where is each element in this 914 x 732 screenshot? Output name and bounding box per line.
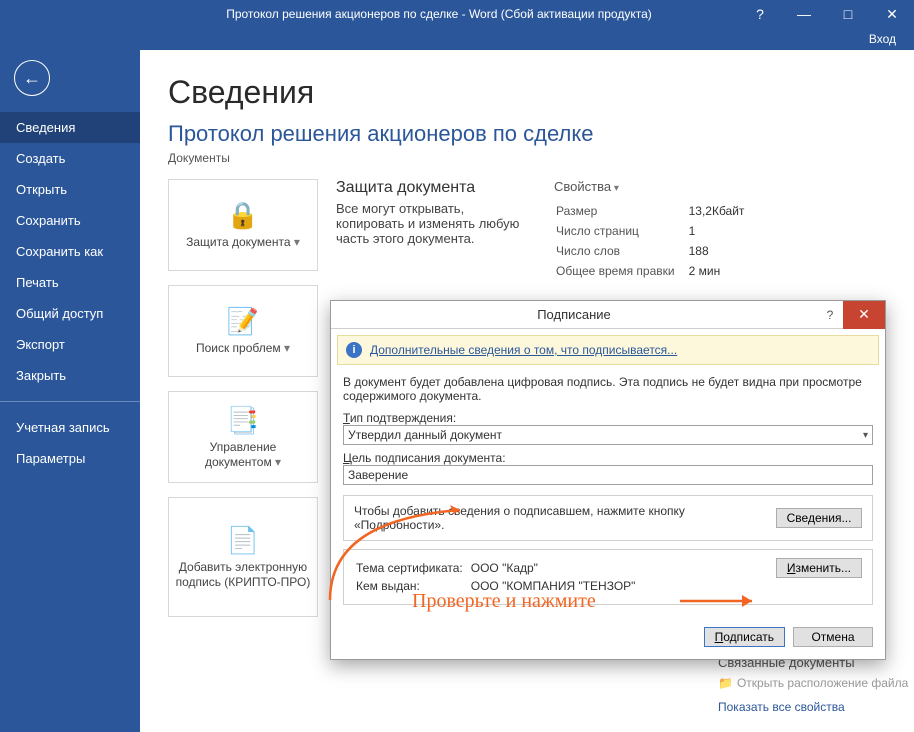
nav-new[interactable]: Создать — [0, 143, 140, 174]
properties-header[interactable]: Свойства — [554, 179, 758, 194]
show-all-properties[interactable]: Показать все свойства — [718, 700, 908, 714]
login-link[interactable]: Вход — [0, 28, 914, 50]
backstage-sidebar: ← Сведения Создать Открыть Сохранить Сох… — [0, 50, 140, 732]
signing-dialog: Подписание ? ✕ i Дополнительные сведения… — [330, 300, 886, 660]
add-crypto-pro-signature-card[interactable]: 📄 Добавить электронную подпись (КРИПТО-П… — [168, 497, 318, 617]
open-file-location: 📁 Открыть расположение файла — [718, 676, 908, 690]
protect-document-card[interactable]: 🔒 Защита документа — [168, 179, 318, 271]
info-icon: i — [346, 342, 362, 358]
nav-share[interactable]: Общий доступ — [0, 298, 140, 329]
nav-saveas[interactable]: Сохранить как — [0, 236, 140, 267]
signature-icon: 📄 — [227, 525, 259, 556]
page-title: Сведения — [168, 74, 914, 111]
nav-save[interactable]: Сохранить — [0, 205, 140, 236]
window-title: Протокол решения акционеров по сделке - … — [140, 7, 738, 21]
back-button[interactable]: ← — [14, 60, 50, 96]
commitment-type-label: Тип подтверждения: — [343, 411, 873, 425]
inspect-icon: 📝 — [227, 306, 259, 337]
sign-button[interactable]: Подписать — [704, 627, 785, 647]
help-icon[interactable]: ? — [738, 0, 782, 28]
document-name: Протокол решения акционеров по сделке — [168, 121, 914, 147]
folder-icon: 📁 — [718, 676, 733, 690]
lock-icon: 🔒 — [227, 200, 259, 231]
document-location: Документы — [168, 151, 914, 165]
certificate-info: Тема сертификата: ООО "Кадр" Кем выдан: … — [354, 558, 643, 596]
manage-document-card[interactable]: 📑 Управление документом — [168, 391, 318, 483]
titlebar: Протокол решения акционеров по сделке - … — [0, 0, 914, 28]
signing-purpose-label: Цель подписания документа: — [343, 451, 873, 465]
inspect-document-card[interactable]: 📝 Поиск проблем — [168, 285, 318, 377]
versions-icon: 📑 — [227, 405, 259, 436]
nav-close[interactable]: Закрыть — [0, 360, 140, 391]
change-certificate-button[interactable]: Изменить... — [776, 558, 862, 578]
nav-open[interactable]: Открыть — [0, 174, 140, 205]
nav-options[interactable]: Параметры — [0, 443, 140, 474]
restore-button[interactable]: □ — [826, 0, 870, 28]
details-button[interactable]: Сведения... — [776, 508, 862, 528]
nav-export[interactable]: Экспорт — [0, 329, 140, 360]
window-close-button[interactable]: ✕ — [870, 0, 914, 28]
cancel-button[interactable]: Отмена — [793, 627, 873, 647]
dialog-intro-text: В документ будет добавлена цифровая подп… — [343, 375, 873, 403]
dialog-close-button[interactable]: ✕ — [843, 301, 885, 329]
signer-details-hint: Чтобы добавить сведения о подписавшем, н… — [354, 504, 776, 532]
dialog-help-button[interactable]: ? — [817, 308, 843, 322]
dialog-title: Подписание — [331, 307, 817, 322]
signing-purpose-input[interactable]: Заверение — [343, 465, 873, 485]
chevron-down-icon: ▾ — [863, 430, 868, 441]
nav-print[interactable]: Печать — [0, 267, 140, 298]
commitment-type-select[interactable]: Утвердил данный документ▾ — [343, 425, 873, 445]
signing-more-info-link[interactable]: Дополнительные сведения о том, что подпи… — [370, 343, 677, 357]
minimize-button[interactable]: — — [782, 0, 826, 28]
nav-account[interactable]: Учетная запись — [0, 412, 140, 443]
nav-info[interactable]: Сведения — [0, 112, 140, 143]
dialog-info-banner: i Дополнительные сведения о том, что под… — [337, 335, 879, 365]
